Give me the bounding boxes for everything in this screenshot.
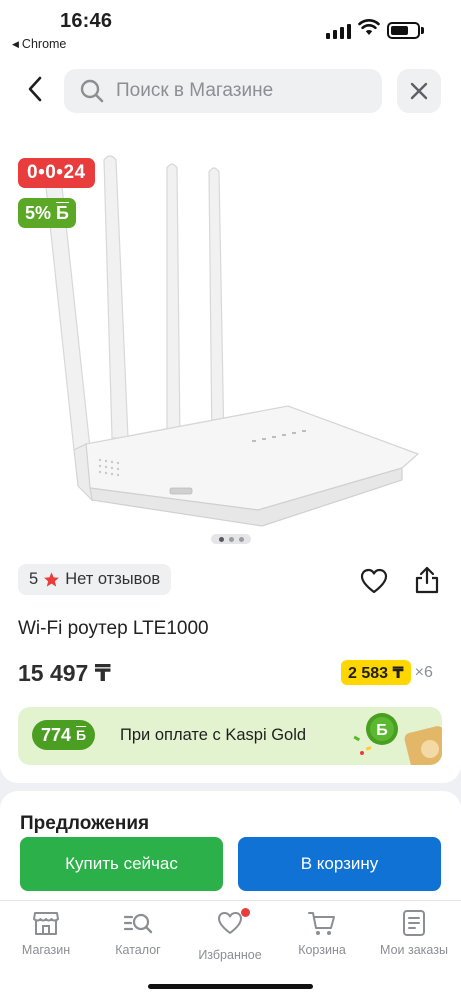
star-icon [44,572,60,587]
bonus-coin-illustration: Б [353,713,442,765]
back-app-label: Chrome [21,37,67,51]
share-button[interactable] [414,566,440,599]
catalog-search-icon [123,913,153,934]
cart-icon [308,912,335,935]
kaspi-gold-banner[interactable]: 774 Б При оплате с Kaspi Gold Б [18,707,442,765]
installment-price: 2 583 ₸ [341,660,411,685]
offers-title: Предложения [20,813,150,834]
product-card: 0•0•24 5% Б 5 Нет отзывов Wi-Fi роутер L… [0,128,461,783]
back-button[interactable] [18,72,52,106]
gold-bonus-symbol: Б [76,727,87,743]
share-icon [415,566,439,594]
rating-value: 5 [29,570,39,588]
favorite-button[interactable] [360,568,388,599]
bonus-badge: 5% Б [18,198,76,228]
nav-item-catalog[interactable]: Каталог [92,909,184,957]
search-header [0,58,461,128]
nav-item-cart[interactable]: Корзина [276,909,368,957]
nav-item-favorites[interactable]: Избранное [184,908,276,962]
nav-label: Мои заказы [380,943,448,957]
nav-label: Избранное [198,948,262,962]
notification-dot [241,908,250,917]
pagination-dot [228,536,234,542]
search-bar[interactable] [64,69,382,113]
gold-banner-text: При оплате с Kaspi Gold [120,726,307,744]
pagination-dot [238,536,244,542]
status-bar: 16:46 ◀ Chrome [0,0,461,58]
nav-item-orders[interactable]: Мои заказы [368,909,460,957]
nav-label: Каталог [115,943,161,957]
installment-info[interactable]: 2 583 ₸ ×6 [341,660,433,685]
search-input[interactable] [116,80,366,102]
store-icon [33,912,59,935]
orders-icon [403,910,425,936]
back-triangle-icon: ◀ [12,38,19,49]
status-time: 16:46 [60,10,113,32]
product-price: 15 497 ₸ [18,660,111,686]
rating-chip[interactable]: 5 Нет отзывов [18,564,172,595]
bonus-symbol: Б [56,202,69,223]
add-to-cart-button[interactable]: В корзину [238,837,441,891]
cellular-signal-icon [326,24,351,39]
battery-icon [387,22,420,39]
gold-bonus-value: 774 [41,724,72,745]
installment-multiplier: ×6 [414,663,433,681]
product-image[interactable] [30,148,430,528]
nav-label: Корзина [298,943,346,957]
home-indicator[interactable] [148,984,313,989]
bonus-percent: 5% [25,202,52,223]
svg-text:Б: Б [376,722,388,739]
search-icon [80,79,104,103]
reviews-label: Нет отзывов [65,570,161,588]
nav-label: Магазин [21,943,71,957]
timer-badge: 0•0•24 [18,158,95,188]
heart-icon [218,912,242,934]
gold-bonus-pill: 774 Б [32,720,96,750]
nav-item-store[interactable]: Магазин [0,909,92,957]
back-to-app-link[interactable]: ◀ Chrome [12,37,66,51]
wifi-icon [358,18,380,41]
heart-icon [360,568,388,594]
chevron-left-icon [28,76,42,102]
favorites-icon-wrap [216,908,250,942]
battery-tip [421,27,424,34]
buy-now-button[interactable]: Купить сейчас [20,837,223,891]
close-button[interactable] [397,69,441,113]
close-icon [410,82,428,100]
pagination-dot [218,536,224,542]
image-pagination[interactable] [211,534,251,544]
product-title: Wi-Fi роутер LTE1000 [18,618,209,639]
